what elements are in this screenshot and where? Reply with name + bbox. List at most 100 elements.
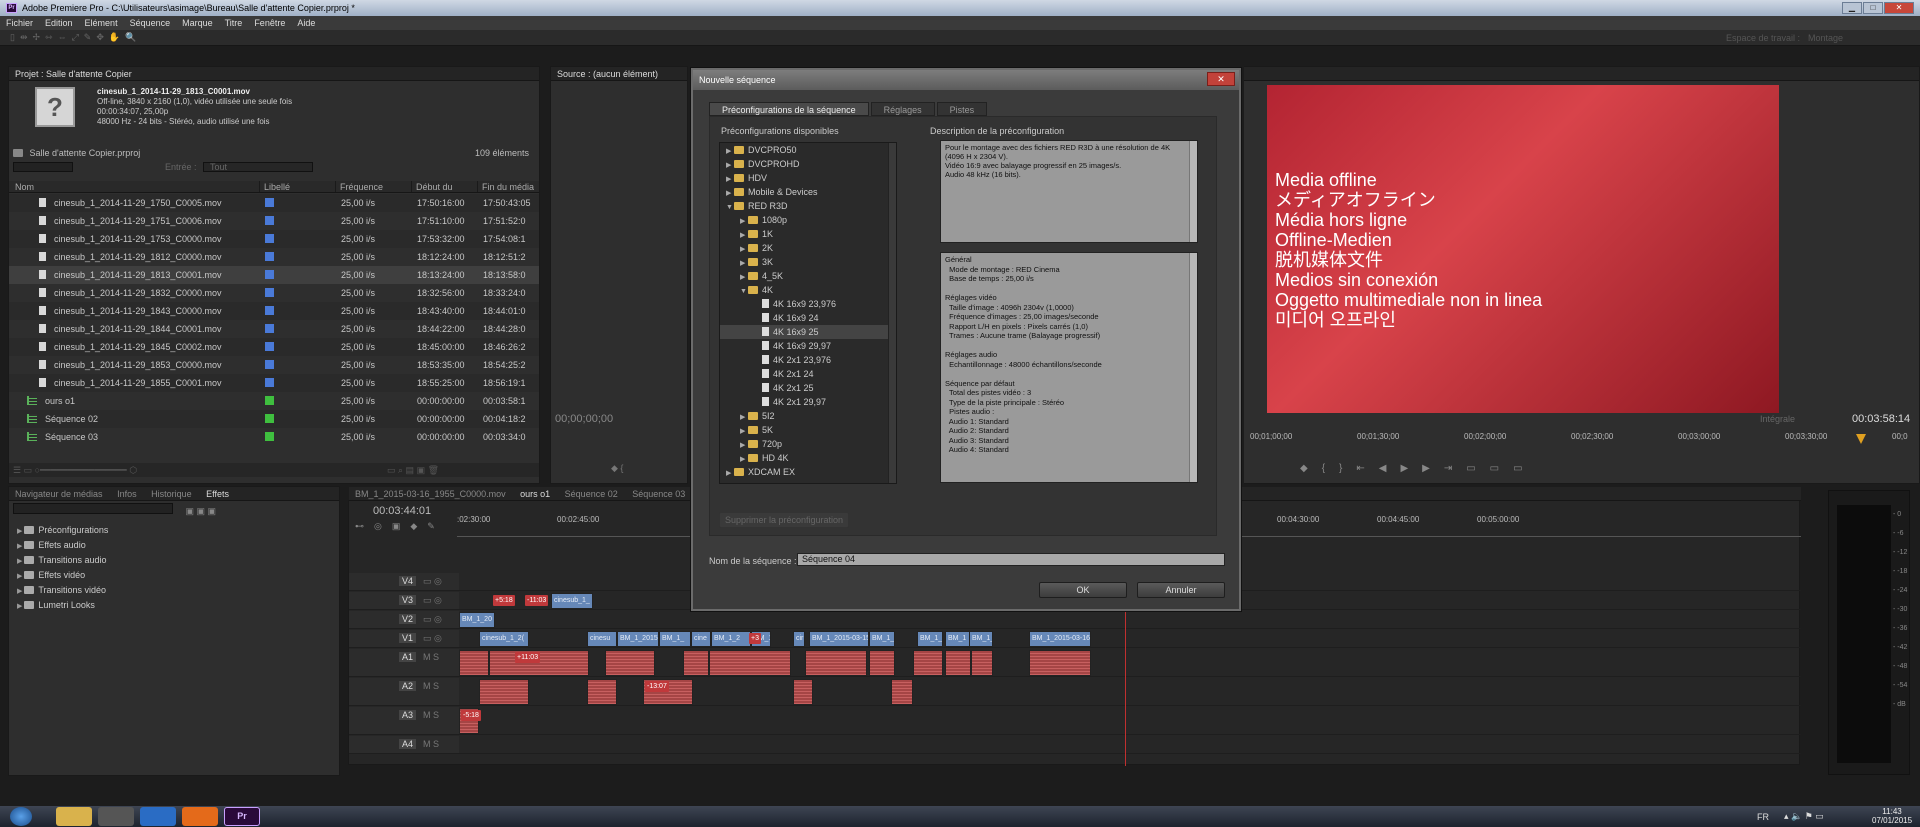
menu-fichier[interactable]: Fichier <box>0 16 39 30</box>
dialog-close-button[interactable]: ✕ <box>1207 72 1235 86</box>
language-indicator[interactable]: FR <box>1757 812 1769 822</box>
start-button[interactable] <box>10 807 32 826</box>
video-clip[interactable]: BM_1 <box>945 631 971 647</box>
preset-tree-node[interactable]: ▶ 5K <box>720 423 896 437</box>
video-clip[interactable]: BM_1_ <box>659 631 691 647</box>
timeline-tool-icons[interactable]: ⊷◎▣◆✎ <box>355 521 445 532</box>
tab-project[interactable]: Projet : Salle d'attente Copier <box>9 69 138 79</box>
table-row[interactable]: cinesub_1_2014-11-29_1750_C0005.mov 25,00… <box>9 194 539 212</box>
preset-tree-node[interactable]: 4K 16x9 23,976 <box>720 297 896 311</box>
preset-tree-node[interactable]: ▼ RED R3D <box>720 199 896 213</box>
preset-tree-node[interactable]: ▶ HDV <box>720 171 896 185</box>
search-input[interactable] <box>13 162 73 172</box>
col-end[interactable]: Fin du média <box>477 181 535 192</box>
preset-tree-node[interactable]: 4K 16x9 24 <box>720 311 896 325</box>
tree-arrow-icon[interactable]: ▼ <box>726 201 734 215</box>
track-label[interactable]: A3 <box>399 710 417 720</box>
minimize-button[interactable]: ▁ <box>1842 2 1862 14</box>
program-fit[interactable]: Intégrale <box>1760 414 1795 424</box>
label-swatch[interactable] <box>265 324 274 333</box>
audio-clip[interactable] <box>913 650 943 676</box>
preset-tree-node[interactable]: ▶ Mobile & Devices <box>720 185 896 199</box>
preset-tree-node[interactable]: ▼ 4K <box>720 283 896 297</box>
tree-arrow-icon[interactable]: ▶ <box>726 467 734 481</box>
video-clip[interactable]: cine <box>691 631 711 647</box>
label-swatch[interactable] <box>265 252 274 261</box>
preset-tree-node[interactable]: ▶ HD 4K <box>720 451 896 465</box>
preset-tree-node[interactable]: ▶ 4_5K <box>720 269 896 283</box>
label-swatch[interactable] <box>265 342 274 351</box>
track-label[interactable]: V4 <box>399 576 417 586</box>
tab-settings[interactable]: Réglages <box>870 102 935 116</box>
audio-clip[interactable] <box>479 679 529 705</box>
preset-tree-node[interactable]: ▶ 720p <box>720 437 896 451</box>
table-row[interactable]: cinesub_1_2014-11-29_1845_C0002.mov 25,00… <box>9 338 539 356</box>
firefox-icon[interactable] <box>182 807 218 826</box>
table-row[interactable]: cinesub_1_2014-11-29_1844_C0001.mov 25,00… <box>9 320 539 338</box>
effects-item[interactable]: ▶ Transitions vidéo <box>9 583 339 598</box>
track-toggle-icons[interactable]: M S <box>423 681 439 691</box>
menu-marque[interactable]: Marque <box>176 16 219 30</box>
workspace-value[interactable]: Montage <box>1808 33 1843 43</box>
label-swatch[interactable] <box>265 396 274 405</box>
col-label[interactable]: Libellé <box>259 181 335 192</box>
audio-clip[interactable] <box>945 650 971 676</box>
desc-scrollbar[interactable] <box>1189 141 1197 242</box>
preset-tree-node[interactable]: ▶ 1K <box>720 227 896 241</box>
audio-clip[interactable] <box>587 679 617 705</box>
track-toggle-icons[interactable]: ▭ ◎ <box>423 595 442 606</box>
expand-arrow-icon[interactable]: ▶ <box>17 558 24 565</box>
explorer-taskbar-icon[interactable] <box>56 807 92 826</box>
tab-tracks[interactable]: Pistes <box>936 102 988 116</box>
tab-infos[interactable]: Infos <box>111 489 143 499</box>
source-transport[interactable]: ◆ { <box>611 463 623 474</box>
audio-clip[interactable] <box>971 650 993 676</box>
label-swatch[interactable] <box>265 198 274 207</box>
label-swatch[interactable] <box>265 216 274 225</box>
preset-tree-node[interactable]: ▶ 5I2 <box>720 409 896 423</box>
track-toggle-icons[interactable]: M S <box>423 710 439 720</box>
transition-badge[interactable]: +3 <box>749 633 761 644</box>
menu-edition[interactable]: Edition <box>39 16 79 30</box>
video-clip[interactable]: BM_1_ <box>969 631 993 647</box>
tab-sequence-presets[interactable]: Préconfigurations de la séquence <box>709 102 869 116</box>
expand-arrow-icon[interactable]: ▶ <box>17 543 24 550</box>
tool-icons[interactable]: ▯⇹✢⇿⇔⤢✎✥✋🔍 <box>10 32 141 43</box>
effects-bin-icons[interactable]: ▣ ▣ ▣ <box>186 506 217 516</box>
menu-element[interactable]: Elément <box>79 16 124 30</box>
audio-clip[interactable] <box>891 679 913 705</box>
audio-clip[interactable] <box>709 650 791 676</box>
preset-tree-node[interactable]: 4K 16x9 29,97 <box>720 339 896 353</box>
program-ruler[interactable]: 00;01;00;00 00;01;30;00 00;02;00;00 00;02;3… <box>1250 432 1910 444</box>
video-clip[interactable]: cir <box>793 631 805 647</box>
table-row[interactable]: Séquence 03 25,00 i/s 00:00:00:00 00:03:34:… <box>9 428 539 446</box>
program-transport-controls[interactable]: ◆{}⇤◀▶▶⇥▭▭▭ <box>1300 463 1537 474</box>
table-row[interactable]: cinesub_1_2014-11-29_1843_C0000.mov 25,00… <box>9 302 539 320</box>
effects-item[interactable]: ▶ Effets vidéo <box>9 568 339 583</box>
tree-arrow-icon[interactable]: ▼ <box>740 285 748 299</box>
video-clip[interactable]: cinesu <box>587 631 617 647</box>
table-row[interactable]: cinesub_1_2014-11-29_1751_C0006.mov 25,00… <box>9 212 539 230</box>
preset-tree-node[interactable]: ▶ 2K <box>720 241 896 255</box>
clock[interactable]: 11:43 07/01/2015 <box>1872 807 1912 825</box>
video-clip[interactable]: BM_1_2015-03-15 <box>809 631 869 647</box>
transition-badge[interactable]: -13:07 <box>645 681 669 692</box>
label-swatch[interactable] <box>265 414 274 423</box>
menu-titre[interactable]: Titre <box>219 16 249 30</box>
tab-ours-o1[interactable]: ours o1 <box>514 489 556 499</box>
effects-item[interactable]: ▶ Lumetri Looks <box>9 598 339 613</box>
tab-source[interactable]: Source : (aucun élément) <box>551 69 664 79</box>
video-clip[interactable]: cinesub_1_2( <box>479 631 529 647</box>
col-start[interactable]: Début du média <box>411 181 477 204</box>
expand-arrow-icon[interactable]: ▶ <box>17 528 24 535</box>
video-clip[interactable]: BM_1_ <box>917 631 943 647</box>
audio-clip[interactable] <box>605 650 655 676</box>
audio-clip[interactable] <box>805 650 867 676</box>
track-toggle-icons[interactable]: M S <box>423 739 439 749</box>
video-clip[interactable]: cinesub_1_ <box>551 593 593 609</box>
menu-aide[interactable]: Aide <box>291 16 321 30</box>
premiere-taskbar-icon[interactable]: Pr <box>224 807 260 826</box>
track-toggle-icons[interactable]: ▭ ◎ <box>423 576 442 587</box>
tray-icons[interactable]: ▴ 🔈 ⚑ ▭ <box>1784 811 1824 822</box>
close-window-button[interactable]: ✕ <box>1884 2 1914 14</box>
